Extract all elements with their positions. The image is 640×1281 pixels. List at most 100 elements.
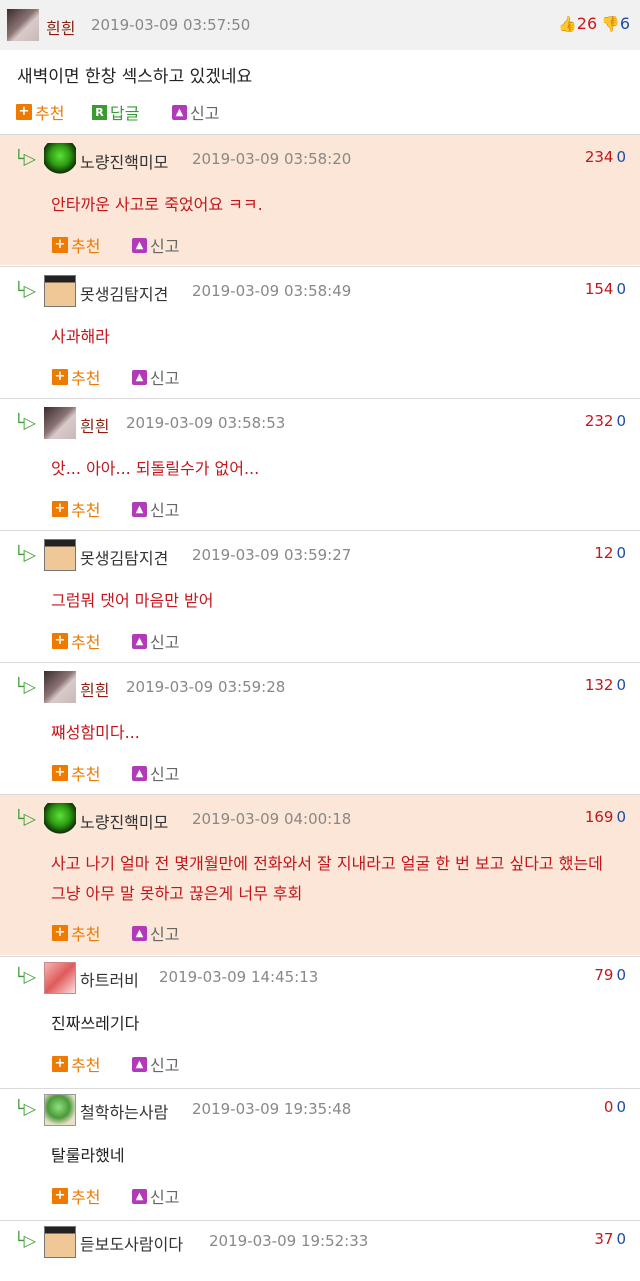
comment-author[interactable]: 듣보도사람이다	[80, 1231, 183, 1255]
comment-votes: 154 0	[585, 280, 626, 298]
post-votes: 👍26 👎6	[558, 14, 630, 33]
reply-arrow-icon: └▷	[14, 545, 36, 564]
avatar[interactable]	[44, 407, 76, 439]
comment-actions: + 추천 ▲ 신고	[0, 1185, 400, 1207]
avatar[interactable]	[44, 143, 76, 175]
report-button[interactable]: ▲ 신고	[132, 762, 179, 784]
comment-author[interactable]: 흰흰	[80, 677, 109, 701]
downvote-count[interactable]: 0	[616, 966, 626, 984]
recommend-button[interactable]: + 추천	[52, 234, 100, 256]
report-label: 신고	[150, 1188, 180, 1207]
upvote-count[interactable]: 154	[585, 280, 614, 298]
upvote-count[interactable]: 169	[585, 808, 614, 826]
recommend-button[interactable]: + 추천	[52, 630, 100, 652]
thumbs-down-icon[interactable]: 👎	[601, 15, 620, 33]
recommend-label: 추천	[35, 104, 65, 123]
avatar[interactable]	[44, 962, 76, 994]
report-button[interactable]: ▲ 신고	[132, 630, 179, 652]
reply-arrow-icon: └▷	[14, 1231, 36, 1250]
upvote-count[interactable]: 37	[594, 1230, 613, 1248]
report-button[interactable]: ▲ 신고	[132, 922, 179, 944]
comment-text: 탈룰라했네	[51, 1146, 125, 1165]
siren-icon: ▲	[132, 1188, 147, 1204]
comment-actions: + 추천 ▲ 신고	[0, 498, 400, 520]
avatar[interactable]	[44, 1094, 76, 1126]
avatar[interactable]	[44, 275, 76, 307]
recommend-label: 추천	[71, 237, 101, 256]
reply-arrow-icon: └▷	[14, 281, 36, 300]
comment-author[interactable]: 못생김탐지견	[80, 545, 168, 569]
comment-votes: 169 0	[585, 808, 626, 826]
upvote-count[interactable]: 232	[585, 412, 614, 430]
comment-item: └▷ 못생김탐지견 2019-03-09 03:58:49 154 0 사과해라 …	[0, 266, 640, 397]
siren-icon: ▲	[132, 633, 147, 649]
downvote-count[interactable]: 0	[616, 676, 626, 694]
thumbs-up-icon[interactable]: 👍	[558, 15, 577, 33]
report-button[interactable]: ▲ 신고	[132, 1185, 179, 1207]
recommend-button[interactable]: + 추천	[52, 366, 100, 388]
reply-button[interactable]: R 답글	[92, 101, 139, 123]
plus-icon: +	[52, 369, 68, 385]
report-button[interactable]: ▲ 신고	[132, 366, 179, 388]
recommend-button[interactable]: + 추천	[52, 762, 100, 784]
upvote-count[interactable]: 12	[594, 544, 613, 562]
comment-text: 쨰성함미다...	[51, 723, 140, 742]
report-label: 신고	[150, 237, 180, 256]
downvote-count[interactable]: 0	[616, 808, 626, 826]
avatar[interactable]	[44, 671, 76, 703]
comment-author[interactable]: 철학하는사람	[80, 1099, 168, 1123]
comment-actions: + 추천 ▲ 신고	[0, 234, 400, 256]
comment-author[interactable]: 노량진핵미모	[80, 809, 168, 833]
upvote-count[interactable]: 79	[594, 966, 613, 984]
report-label: 신고	[150, 765, 180, 784]
report-button[interactable]: ▲ 신고	[132, 234, 179, 256]
comment-item: └▷ 노량진핵미모 2019-03-09 04:00:18 169 0 사고 나기…	[0, 794, 640, 955]
comment-author[interactable]: 하트러비	[80, 967, 139, 991]
report-label: 신고	[150, 633, 180, 652]
post-text: 새벽이면 한창 섹스하고 있겠네요	[17, 67, 253, 87]
plus-icon: +	[52, 633, 68, 649]
avatar[interactable]	[7, 9, 39, 41]
comment-actions: + 추천 ▲ 신고	[0, 366, 400, 388]
recommend-label: 추천	[71, 1056, 101, 1075]
siren-icon: ▲	[132, 501, 147, 517]
comment-author[interactable]: 노량진핵미모	[80, 149, 168, 173]
report-button[interactable]: ▲ 신고	[172, 101, 219, 123]
comment-date: 2019-03-09 03:59:27	[192, 546, 352, 564]
report-button[interactable]: ▲ 신고	[132, 498, 179, 520]
recommend-button[interactable]: + 추천	[52, 1185, 100, 1207]
comment-actions: + 추천 ▲ 신고	[0, 762, 400, 784]
reply-icon: R	[92, 104, 107, 120]
plus-icon: +	[52, 237, 68, 253]
recommend-label: 추천	[71, 369, 101, 388]
upvote-count[interactable]: 0	[604, 1098, 614, 1116]
upvote-count[interactable]: 132	[585, 676, 614, 694]
report-button[interactable]: ▲ 신고	[132, 1053, 179, 1075]
avatar[interactable]	[44, 1226, 76, 1258]
comment-author[interactable]: 못생김탐지견	[80, 281, 168, 305]
downvote-count[interactable]: 0	[616, 1230, 626, 1248]
siren-icon: ▲	[172, 104, 187, 120]
avatar[interactable]	[44, 539, 76, 571]
upvote-count[interactable]: 234	[585, 148, 614, 166]
comment-item: └▷ 듣보도사람이다 2019-03-09 19:52:33 37 0	[0, 1220, 640, 1281]
downvote-count[interactable]: 0	[616, 544, 626, 562]
recommend-button[interactable]: + 추천	[52, 498, 100, 520]
report-label: 신고	[190, 104, 220, 123]
downvote-count[interactable]: 0	[616, 148, 626, 166]
reply-arrow-icon: └▷	[14, 149, 36, 168]
recommend-label: 추천	[71, 1188, 101, 1207]
recommend-button[interactable]: + 추천	[16, 101, 64, 123]
downvote-count[interactable]: 0	[616, 412, 626, 430]
reply-arrow-icon: └▷	[14, 809, 36, 828]
downvote-count[interactable]: 0	[616, 280, 626, 298]
recommend-button[interactable]: + 추천	[52, 922, 100, 944]
comment-item: └▷ 하트러비 2019-03-09 14:45:13 79 0 진짜쓰레기다 +…	[0, 956, 640, 1087]
downvote-count[interactable]: 0	[616, 1098, 626, 1116]
comment-author[interactable]: 흰흰	[80, 413, 109, 437]
comment-date: 2019-03-09 04:00:18	[192, 810, 352, 828]
avatar[interactable]	[44, 803, 76, 835]
post-author[interactable]: 흰흰	[46, 15, 75, 39]
recommend-button[interactable]: + 추천	[52, 1053, 100, 1075]
recommend-label: 추천	[71, 765, 101, 784]
